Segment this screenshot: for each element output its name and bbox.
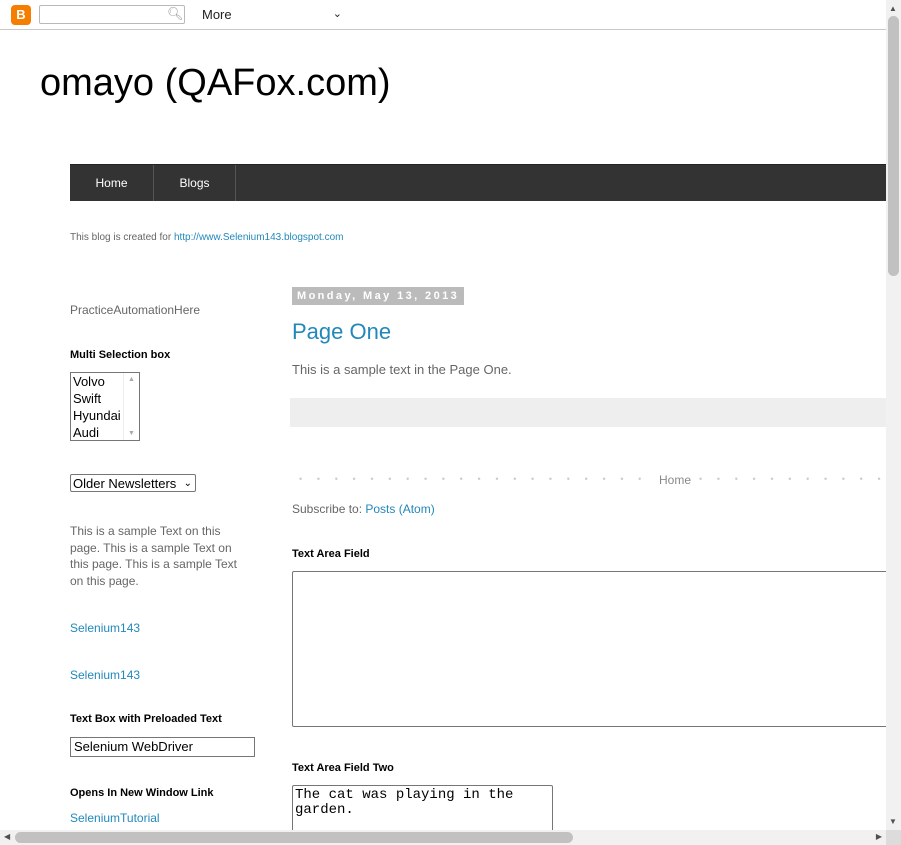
description-text: This blog is created for (70, 232, 174, 243)
scroll-down-arrow-icon[interactable]: ▼ (889, 817, 897, 826)
multi-select-scrollbar[interactable]: ▲ ▼ (123, 373, 139, 440)
scroll-up-arrow-icon[interactable]: ▲ (889, 4, 897, 13)
scroll-up-icon[interactable]: ▲ (128, 376, 135, 383)
blogger-navbar: B 🔍︎ More ⌄ (0, 0, 886, 30)
multi-select-heading: Multi Selection box (70, 349, 171, 361)
textarea-two-heading: Text Area Field Two (292, 762, 394, 774)
textarea-heading: Text Area Field (292, 548, 370, 560)
chevron-down-icon: ⌄ (332, 8, 342, 20)
blog-search-input[interactable] (39, 5, 185, 24)
preloaded-textbox[interactable]: Selenium WebDriver (70, 737, 255, 757)
text-area-field-two[interactable]: The cat was playing in the garden. (292, 785, 553, 835)
more-dropdown[interactable]: More ⌄ (198, 5, 344, 24)
scroll-right-arrow-icon[interactable]: ▶ (876, 832, 882, 841)
search-icon[interactable]: 🔍︎ (167, 6, 184, 22)
text-area-field[interactable] (292, 571, 894, 727)
vertical-scrollbar[interactable]: ▲ ▼ (886, 0, 901, 830)
post-body: This is a sample text in the Page One. (292, 362, 512, 377)
tab-home[interactable]: Home (70, 165, 154, 201)
scrollbar-corner (886, 830, 901, 845)
preloaded-textbox-heading: Text Box with Preloaded Text (70, 713, 222, 725)
posts-atom-link[interactable]: Posts (Atom) (365, 502, 434, 516)
pager-divider-right: •••••••••••• (699, 474, 886, 484)
horizontal-scroll-thumb[interactable] (15, 832, 573, 843)
newsletters-dropdown[interactable]: Older Newsletters ⌄ (70, 474, 196, 492)
newsletters-dropdown-value: Older Newsletters (73, 476, 177, 491)
scroll-left-arrow-icon[interactable]: ◀ (4, 832, 10, 841)
post-footer (290, 398, 886, 427)
subscribe-text: Subscribe to: (292, 502, 366, 516)
page-tabs: Home Blogs (70, 164, 886, 201)
description-link[interactable]: http://www.Selenium143.blogspot.com (174, 232, 344, 243)
home-link[interactable]: Home (659, 473, 691, 487)
selenium-tutorial-link[interactable]: SeleniumTutorial (70, 811, 160, 825)
new-window-heading: Opens In New Window Link (70, 787, 214, 799)
sample-text: This is a sample Text on this page. This… (70, 524, 237, 589)
blogger-logo-icon[interactable]: B (11, 5, 31, 25)
practice-text: PracticeAutomationHere (70, 303, 201, 317)
horizontal-scrollbar[interactable]: ◀ ▶ (0, 830, 886, 845)
tab-blogs[interactable]: Blogs (154, 165, 236, 201)
scroll-down-icon[interactable]: ▼ (128, 430, 135, 437)
pager-divider-left: •••••••••••••••••••••• (299, 474, 649, 484)
more-dropdown-label: More (202, 7, 232, 22)
post-date-header: Monday, May 13, 2013 (292, 287, 465, 305)
blog-title: omayo (QAFox.com) (40, 62, 391, 104)
multi-select-box[interactable]: Volvo Swift Hyundai Audi ▲ ▼ (70, 372, 140, 441)
chevron-down-icon: ⌄ (183, 478, 192, 489)
blog-description: This blog is created for http://www.Sele… (70, 232, 343, 243)
post-title[interactable]: Page One (292, 319, 391, 345)
selenium143-link-one[interactable]: Selenium143 (70, 621, 140, 635)
selenium143-link-two[interactable]: Selenium143 (70, 668, 140, 682)
subscribe-line: Subscribe to: Posts (Atom) (292, 502, 435, 516)
vertical-scroll-thumb[interactable] (888, 16, 899, 276)
